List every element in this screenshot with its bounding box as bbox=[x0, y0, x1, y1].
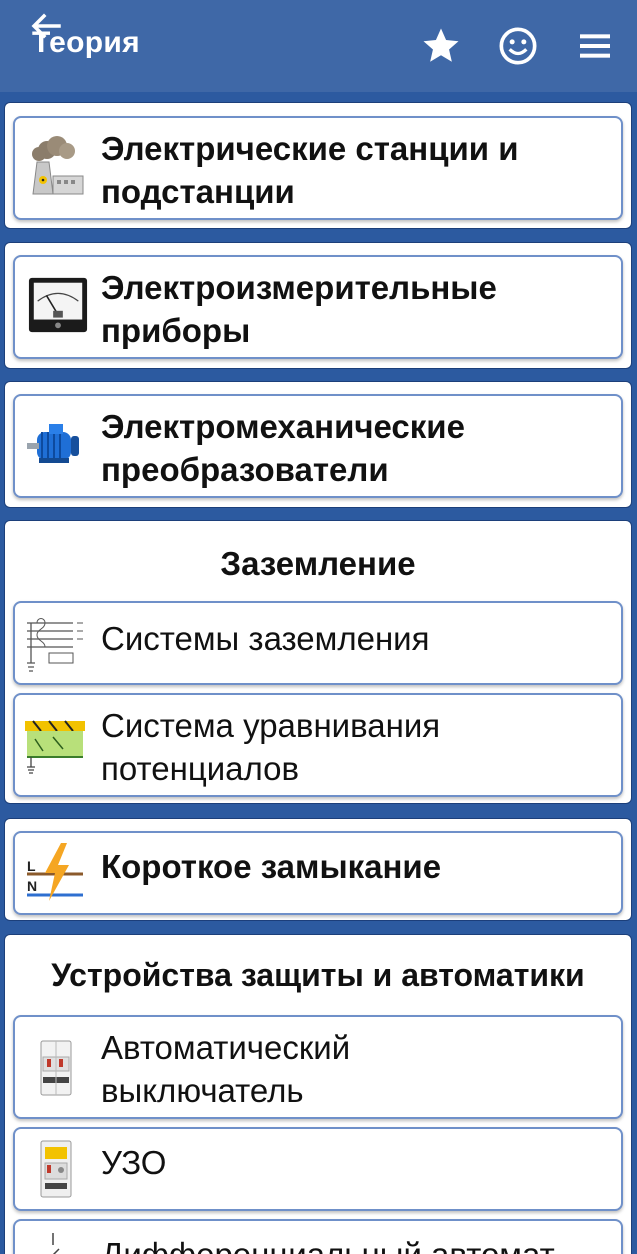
card-short-circuit[interactable]: L N Короткое замыкание bbox=[13, 831, 623, 915]
page-title: Теория bbox=[32, 26, 140, 59]
lightning-icon: L N bbox=[27, 843, 83, 901]
card-circuit-breaker[interactable]: Автоматический выключатель bbox=[13, 1015, 623, 1119]
equipotential-icon bbox=[25, 720, 85, 774]
card-title-line1: Электроизмерительные bbox=[101, 269, 497, 306]
group-grounding: Заземление Системы заземления Система ур… bbox=[4, 520, 632, 804]
card-title-line1: Системы заземления bbox=[101, 620, 430, 657]
card-title-line1: Электрические станции и bbox=[101, 130, 519, 167]
card-title-line2: подстанции bbox=[101, 173, 295, 210]
group-converters: Электромеханические преобразователи bbox=[4, 381, 632, 508]
card-title-line1: Электромеханические bbox=[101, 408, 465, 445]
card-title-line2: потенциалов bbox=[101, 750, 300, 787]
rate-button[interactable] bbox=[494, 22, 542, 70]
card-title-line1: Система уравнивания bbox=[101, 707, 441, 744]
menu-icon bbox=[580, 34, 610, 58]
circuit-breaker-icon bbox=[40, 1040, 72, 1096]
favorites-button[interactable] bbox=[417, 22, 465, 70]
card-title-line1: Короткое замыкание bbox=[101, 848, 442, 885]
card-title-line1: УЗО bbox=[101, 1144, 167, 1181]
group-protection-devices: Устройства защиты и автоматики Автоматич… bbox=[4, 934, 632, 1254]
theory-list[interactable]: Электрические станции и подстанции Элект… bbox=[0, 92, 637, 1254]
grounding-diagram-icon bbox=[27, 618, 83, 672]
card-power-stations[interactable]: Электрические станции и подстанции bbox=[13, 116, 623, 220]
svg-text:N: N bbox=[27, 878, 37, 894]
card-title-line2: преобразователи bbox=[101, 451, 389, 488]
svg-text:L: L bbox=[27, 858, 36, 874]
group-stations: Электрические станции и подстанции bbox=[4, 102, 632, 229]
smiley-icon bbox=[499, 27, 537, 65]
group-short-circuit: L N Короткое замыкание bbox=[4, 818, 632, 921]
card-title-line1: Автоматический bbox=[101, 1029, 351, 1066]
card-rcbo[interactable]: Дифференциальный автомат bbox=[13, 1219, 623, 1254]
section-header-grounding: Заземление bbox=[220, 545, 416, 582]
rcbo-icon bbox=[52, 1233, 60, 1254]
card-electromechanical-converters[interactable]: Электромеханические преобразователи bbox=[13, 394, 623, 498]
power-plant-icon bbox=[32, 136, 84, 195]
rcd-icon bbox=[40, 1140, 72, 1198]
card-rcd[interactable]: УЗО bbox=[13, 1127, 623, 1211]
card-equipotential-system[interactable]: Система уравнивания потенциалов bbox=[13, 693, 623, 797]
app-bar: Теория bbox=[0, 0, 637, 92]
card-measuring-instruments[interactable]: Электроизмерительные приборы bbox=[13, 255, 623, 359]
motor-icon bbox=[27, 424, 79, 463]
group-instruments: Электроизмерительные приборы bbox=[4, 242, 632, 369]
meter-icon bbox=[28, 277, 88, 333]
card-title-line1: Дифференциальный автомат bbox=[101, 1233, 611, 1254]
card-title-line2: выключатель bbox=[101, 1072, 304, 1109]
star-icon bbox=[423, 28, 459, 62]
section-header-protection: Устройства защиты и автоматики bbox=[51, 957, 585, 993]
card-title-line2: приборы bbox=[101, 312, 251, 349]
card-grounding-systems[interactable]: Системы заземления bbox=[13, 601, 623, 685]
menu-button[interactable] bbox=[571, 22, 619, 70]
